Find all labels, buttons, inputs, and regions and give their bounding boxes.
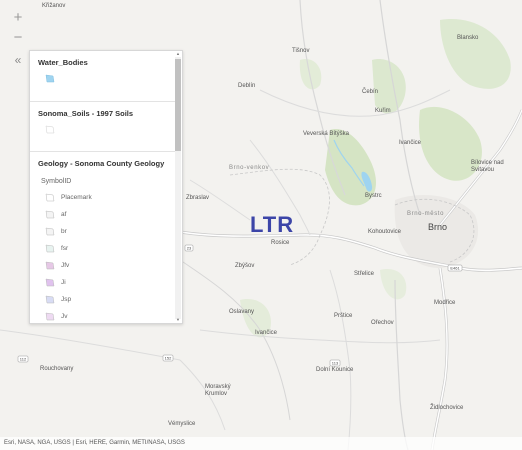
place-label: Bílovice nad Svitavou: [471, 160, 504, 173]
map-attribution: Esri, NASA, NGA, USGS | Esri, HERE, Garm…: [0, 437, 522, 450]
legend-symbol-row: Jfv: [45, 257, 167, 274]
water-swatch-icon: [45, 74, 55, 83]
legend-symbol-row: [45, 121, 167, 138]
geology-swatch-icon: [45, 227, 55, 236]
legend-symbol-label: Placemark: [61, 194, 92, 201]
zoom-out-button[interactable]: −: [8, 27, 28, 47]
legend-symbol-row: br: [45, 223, 167, 240]
place-label: Ivančice: [255, 330, 278, 336]
legend-symbol-row: fsr: [45, 240, 167, 257]
road-shield-23-label: 23: [187, 246, 192, 251]
legend-symbol-label: br: [61, 228, 67, 235]
geology-swatch-icon: [45, 193, 55, 202]
legend-symbol-label: fsr: [61, 245, 69, 252]
place-label: Ořechov: [371, 320, 394, 326]
geology-swatch-icon: [45, 278, 55, 287]
forest-area: [440, 19, 511, 89]
geology-swatch-icon: [45, 244, 55, 253]
place-label: Zbraslav: [186, 195, 210, 201]
place-label: Tišnov: [292, 48, 310, 54]
geology-swatch-icon: [45, 261, 55, 270]
place-label: Deblín: [238, 83, 256, 89]
place-label: Kohoutovice: [368, 229, 402, 235]
place-label: Rosice: [271, 240, 290, 246]
zoom-controls: + −: [8, 7, 28, 47]
place-label: Modřice: [434, 300, 456, 306]
place-label: Oslavany: [229, 309, 255, 315]
place-label: Křižanov: [42, 3, 66, 9]
legend-symbol-row: af: [45, 206, 167, 223]
legend-layer-sonoma-soils: Sonoma_Soils - 1997 Soils: [30, 102, 175, 152]
forest-area: [372, 59, 406, 114]
legend-symbol-row: [45, 70, 167, 87]
road-shield-112-label: 112: [20, 357, 27, 362]
legend-field-header: SymbolID: [41, 178, 72, 185]
place-label: Zbýšov: [235, 263, 255, 269]
soil-swatch-icon: [45, 125, 55, 134]
place-label: Bystrc: [365, 193, 382, 199]
highway: [430, 267, 449, 450]
district-label: Brno-venkov: [229, 165, 270, 171]
place-label: Dolní Kounice: [316, 367, 354, 373]
forest-area: [380, 269, 407, 300]
road: [0, 329, 181, 361]
district-label: Brno-město: [407, 211, 445, 217]
place-label: Rouchovany: [40, 366, 74, 372]
place-label: Veverská Bítýška: [303, 131, 350, 137]
place-label: Moravský Krumlov: [205, 384, 231, 397]
scrollbar-thumb[interactable]: [175, 59, 181, 151]
legend-symbol-list: Placemark af br fsr Jfv Ji Jsp Jv: [38, 189, 167, 323]
place-label: Čebín: [362, 89, 379, 95]
road-shield-113-label: 113: [332, 361, 339, 366]
geology-swatch-icon: [45, 295, 55, 304]
scroll-down-arrow-icon[interactable]: ▼: [175, 317, 181, 323]
place-label: Ivančice: [399, 140, 422, 146]
place-label: Kuřim: [375, 108, 391, 114]
place-label-city: Brno: [428, 222, 448, 232]
place-label: Blansko: [457, 35, 479, 41]
road-shield-152-label: 152: [165, 356, 172, 361]
legend-symbol-row: Placemark: [45, 189, 167, 206]
legend-layer-title: Geology - Sonoma County Geology: [38, 159, 165, 168]
geology-swatch-icon: [45, 210, 55, 219]
legend-layer-water-bodies: Water_Bodies: [30, 51, 175, 102]
place-label: Prštice: [334, 313, 353, 319]
place-label: Vémyslice: [168, 421, 196, 427]
legend-layer-title: Sonoma_Soils - 1997 Soils: [38, 109, 134, 118]
legend-layer-geology: Geology - Sonoma County Geology SymbolID…: [30, 152, 175, 323]
legend-symbol-label: Ji: [61, 279, 66, 286]
legend-symbol-row: Jsp: [45, 291, 167, 308]
road: [199, 329, 441, 344]
zoom-in-button[interactable]: +: [8, 7, 28, 27]
legend-symbol-label: Jsp: [61, 296, 72, 303]
legend-symbol-label: Jv: [61, 313, 68, 320]
collapse-legend-button[interactable]: «: [9, 52, 27, 68]
forest-area: [299, 59, 322, 90]
road-shield-e461-label: E461: [450, 266, 460, 271]
legend-content: Water_Bodies Sonoma_Soils - 1997 Soils G…: [30, 51, 175, 323]
legend-panel: Water_Bodies Sonoma_Soils - 1997 Soils G…: [29, 50, 183, 324]
legend-symbol-row: Ji: [45, 274, 167, 291]
road: [394, 279, 409, 450]
legend-symbol-label: Jfv: [61, 262, 70, 269]
place-label: Střelice: [354, 271, 375, 277]
place-label: Židlochovice: [430, 405, 464, 411]
legend-layer-title: Water_Bodies: [38, 58, 88, 67]
ltr-overlay-label: LTR: [250, 212, 295, 237]
legend-symbol-label: af: [61, 211, 67, 218]
geology-swatch-icon: [45, 312, 55, 321]
legend-scrollbar[interactable]: [175, 57, 181, 319]
legend-symbol-row: Jv: [45, 308, 167, 323]
